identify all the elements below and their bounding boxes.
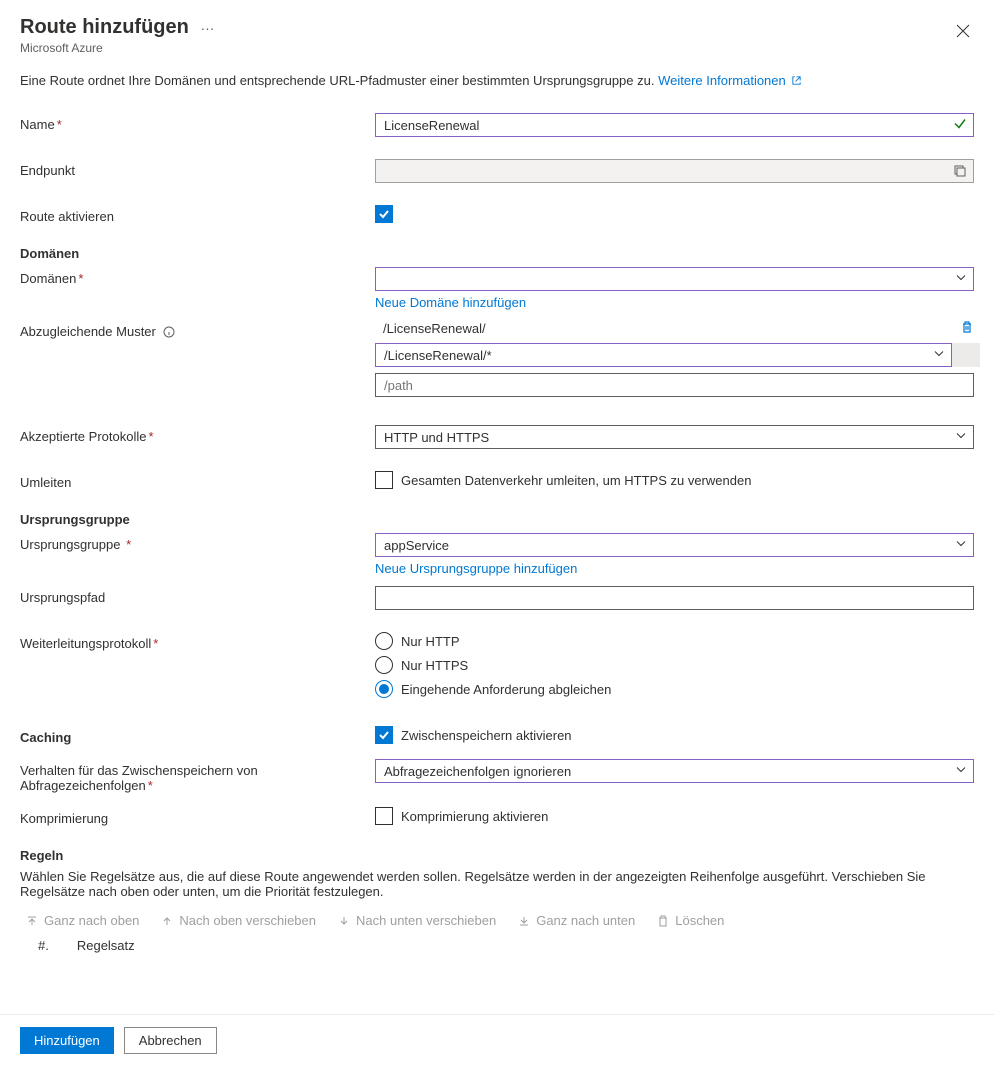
pattern-new-input[interactable] — [375, 373, 974, 397]
endpoint-field — [375, 159, 974, 183]
move-top-button[interactable]: Ganz nach oben — [26, 913, 139, 928]
redirect-label: Umleiten — [20, 471, 375, 490]
move-bottom-button[interactable]: Ganz nach unten — [518, 913, 635, 928]
endpoint-label: Endpunkt — [20, 159, 375, 178]
add-domain-link[interactable]: Neue Domäne hinzufügen — [375, 295, 526, 310]
move-up-button[interactable]: Nach oben verschieben — [161, 913, 316, 928]
patterns-label: Abzugleichende Muster — [20, 320, 375, 341]
cancel-button[interactable]: Abbrechen — [124, 1027, 217, 1054]
redirect-checkbox[interactable] — [375, 471, 393, 489]
caching-label: Caching — [20, 730, 71, 745]
move-down-button[interactable]: Nach unten verschieben — [338, 913, 496, 928]
origin-group-dropdown[interactable]: appService — [375, 533, 974, 557]
domains-label: Domänen* — [20, 267, 375, 286]
more-icon[interactable]: ··· — [200, 20, 214, 36]
qs-caching-dropdown[interactable]: Abfragezeichenfolgen ignorieren — [375, 759, 974, 783]
compression-label: Komprimierung — [20, 807, 375, 826]
origin-path-label: Ursprungspfad — [20, 586, 375, 605]
chevron-down-icon — [955, 430, 967, 445]
copy-icon[interactable] — [953, 164, 967, 181]
caching-checkbox[interactable] — [375, 726, 393, 744]
pattern-item: /LicenseRenewal/ — [375, 321, 952, 336]
name-input[interactable]: LicenseRenewal — [375, 113, 974, 137]
pattern-dropdown[interactable]: /LicenseRenewal/* — [375, 343, 952, 367]
rules-description: Wählen Sie Regelsätze aus, die auf diese… — [20, 869, 974, 899]
external-link-icon — [791, 74, 802, 89]
col-ruleset: Regelsatz — [77, 938, 135, 953]
compression-checkbox-label: Komprimierung aktivieren — [401, 809, 548, 824]
delete-icon[interactable] — [960, 320, 974, 337]
intro-text: Eine Route ordnet Ihre Domänen und entsp… — [20, 73, 974, 89]
panel-subtitle: Microsoft Azure — [20, 41, 974, 55]
origin-path-input[interactable] — [375, 586, 974, 610]
protocols-dropdown[interactable]: HTTP und HTTPS — [375, 425, 974, 449]
domains-section-title: Domänen — [20, 246, 974, 261]
panel-title: Route hinzufügen — [20, 16, 189, 39]
compression-checkbox[interactable] — [375, 807, 393, 825]
caching-checkbox-label: Zwischenspeichern aktivieren — [401, 728, 572, 743]
redirect-checkbox-label: Gesamten Datenverkehr umleiten, um HTTPS… — [401, 473, 751, 488]
delete-rule-button[interactable]: Löschen — [657, 913, 724, 928]
domains-dropdown[interactable] — [375, 267, 974, 291]
info-icon[interactable] — [163, 326, 175, 341]
origin-section-title: Ursprungsgruppe — [20, 512, 974, 527]
name-label: Name* — [20, 113, 375, 132]
enable-route-label: Route aktivieren — [20, 205, 375, 224]
protocols-label: Akzeptierte Protokolle* — [20, 425, 375, 444]
radio-http[interactable]: Nur HTTP — [375, 632, 974, 650]
col-number: #. — [38, 938, 49, 953]
chevron-down-icon — [955, 272, 967, 287]
chevron-down-icon — [955, 764, 967, 779]
qs-caching-label: Verhalten für das Zwischenspeichern von … — [20, 759, 375, 793]
chevron-down-icon — [955, 538, 967, 553]
forward-protocol-label: Weiterleitungsprotokoll* — [20, 632, 375, 651]
origin-group-label: Ursprungsgruppe * — [20, 533, 375, 552]
radio-https[interactable]: Nur HTTPS — [375, 656, 974, 674]
add-button[interactable]: Hinzufügen — [20, 1027, 114, 1054]
add-origin-link[interactable]: Neue Ursprungsgruppe hinzufügen — [375, 561, 577, 576]
radio-match[interactable]: Eingehende Anforderung abgleichen — [375, 680, 974, 698]
close-button[interactable] — [952, 20, 974, 45]
valid-check-icon — [953, 117, 967, 134]
rules-section-title: Regeln — [20, 848, 974, 863]
enable-route-checkbox[interactable] — [375, 205, 393, 223]
chevron-down-icon — [933, 348, 945, 363]
learn-more-link[interactable]: Weitere Informationen — [658, 73, 802, 88]
